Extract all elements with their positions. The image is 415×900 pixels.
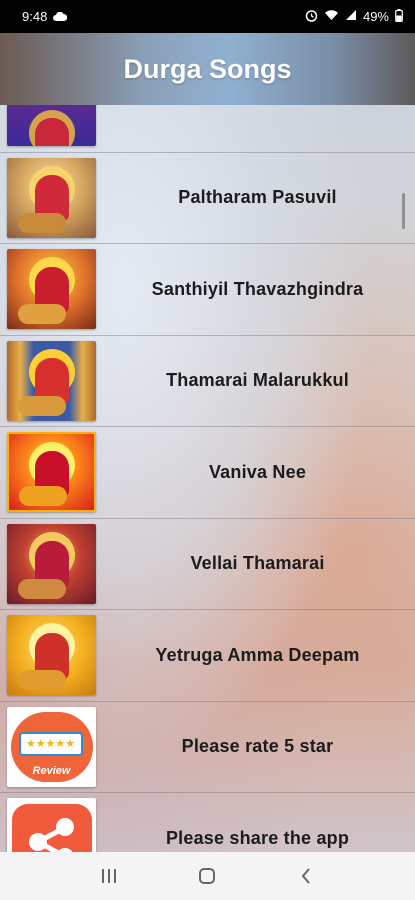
share-icon [7,798,96,852]
back-button[interactable] [286,856,326,896]
song-list[interactable]: Paltharam Pasuvil Santhiyil Thavazhgindr… [0,105,415,852]
list-item[interactable]: Yetruga Amma Deepam [0,610,415,702]
list-item[interactable]: Please share the app [0,793,415,852]
battery-icon [395,8,403,25]
rating-stars: ★★★★★ [18,731,83,756]
durga-thumbnail [7,340,96,421]
scrollbar[interactable] [402,193,405,229]
list-item[interactable]: ★★★★★ Review Please rate 5 star [0,702,415,793]
status-time: 9:48 [22,9,48,24]
song-title: Vellai Thamarai [190,553,325,574]
durga-thumbnail [7,249,96,330]
signal-icon [345,9,357,24]
status-right: 49% [305,8,403,25]
song-title: Santhiyil Thavazhgindra [151,278,364,299]
durga-thumbnail [7,105,96,147]
cloud-icon [53,9,68,24]
list-item[interactable]: Santhiyil Thavazhgindra [0,244,415,336]
recents-button[interactable] [89,856,129,896]
list-item[interactable]: Thamarai Malarukkul [0,336,415,427]
song-title: Vaniva Nee [208,461,307,482]
list-item[interactable]: Vellai Thamarai [0,519,415,610]
list-item[interactable]: Paltharam Pasuvil [0,153,415,244]
song-title: Thamarai Malarukkul [166,370,349,391]
durga-thumbnail [7,615,96,696]
app-bar: Durga Songs [0,33,415,105]
wifi-icon [324,9,339,24]
status-bar: 9:48 49% [0,0,415,33]
durga-thumbnail [7,157,96,238]
system-nav-bar [0,852,415,900]
battery-percent: 49% [362,9,389,24]
share-app-label: Please share the app [165,827,350,848]
rate-app-label: Please rate 5 star [181,736,334,757]
list-item[interactable]: Vaniva Nee [0,427,415,519]
song-title: Yetruga Amma Deepam [155,644,360,665]
durga-thumbnail [7,523,96,604]
list-item[interactable] [0,105,415,153]
review-label: Review [32,764,71,777]
review-icon: ★★★★★ Review [7,706,96,787]
app-title: Durga Songs [123,53,292,84]
home-button[interactable] [187,856,227,896]
song-title: Paltharam Pasuvil [178,187,337,208]
alarm-icon [305,9,318,25]
durga-thumbnail [7,432,96,513]
status-left: 9:48 [22,9,68,24]
